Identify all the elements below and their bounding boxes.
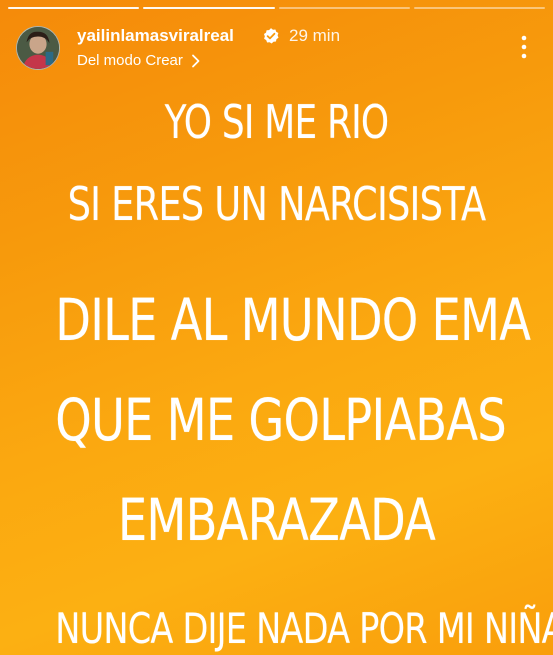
progress-segment [8, 7, 140, 9]
verified-badge-icon [263, 28, 279, 44]
create-mode-label: Del modo Crear [77, 52, 183, 69]
story-viewer[interactable]: yailinlamasviralreal 29 min Del modo Cre… [0, 0, 553, 655]
story-text-line: YO SI ME RIO [164, 95, 390, 149]
avatar[interactable] [16, 26, 60, 70]
progress-segment [278, 7, 410, 9]
story-progress-bar [8, 7, 545, 9]
create-mode-link[interactable]: Del modo Crear [77, 51, 201, 71]
more-vertical-icon[interactable] [519, 34, 529, 60]
username[interactable]: yailinlamasviralreal [77, 25, 234, 47]
avatar-image [17, 27, 59, 69]
story-text-line: DILE AL MUNDO EMA [55, 286, 531, 354]
story-text-line: SI ERES UN NARCISISTA [67, 177, 487, 231]
post-time: 29 min [289, 26, 341, 45]
progress-segment [413, 7, 545, 9]
progress-segment [143, 7, 275, 9]
story-text-line: NUNCA DIJE NADA POR MI NIÑA [55, 604, 553, 653]
story-text-line: QUE ME GOLPIABAS [55, 386, 506, 454]
chevron-right-icon [191, 54, 200, 68]
story-text-line: EMBARAZADA [117, 486, 436, 554]
